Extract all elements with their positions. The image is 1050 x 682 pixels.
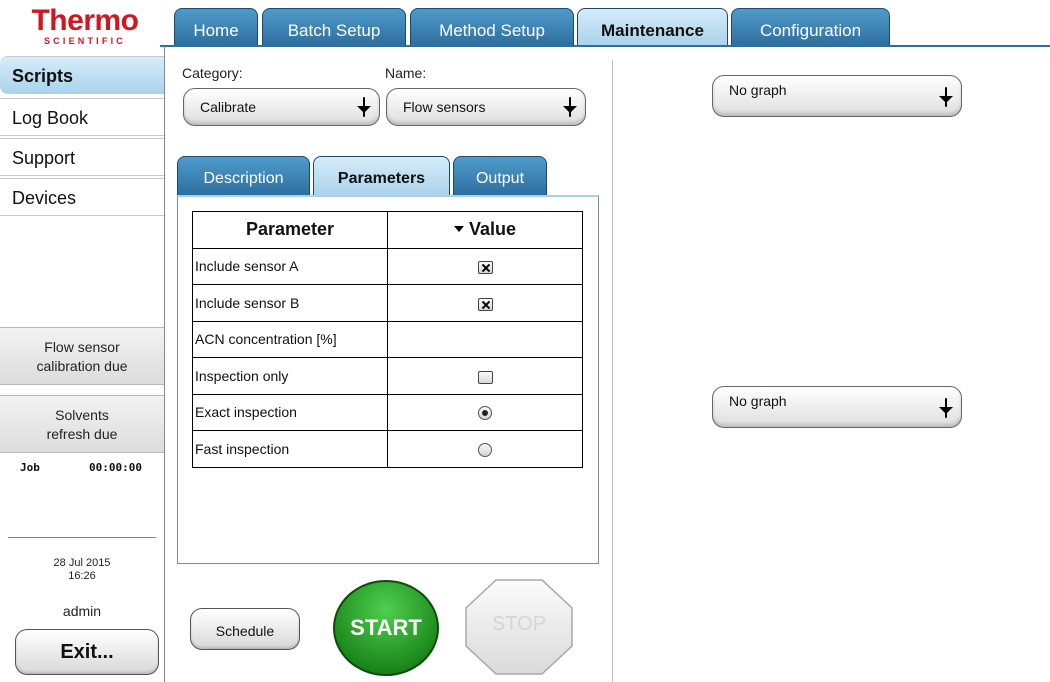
graph-selector-2[interactable]: No graph [712,386,962,428]
name-dropdown[interactable]: Flow sensors [386,88,586,126]
param-value-cell [387,430,583,468]
date-display: 28 Jul 2015 [53,557,111,569]
user-display: admin [62,603,102,619]
column-header-parameter-label: Parameter [245,219,335,240]
job-label: Job [20,461,40,474]
status-solvents-refresh[interactable]: Solvents refresh due [0,395,164,453]
stop-button[interactable]: STOP [464,578,574,676]
sidebar-item-devices[interactable]: Devices [0,178,164,216]
param-name: ACN concentration [%] [192,320,388,358]
time-display: 16:26 [68,570,96,582]
tab-description[interactable]: Description [177,156,310,196]
logo-main-text: Thermo [31,4,139,37]
start-button[interactable]: START [333,580,439,676]
sidebar-item-scripts-label: Scripts [12,66,74,86]
table-row: Fast inspection [192,430,583,468]
parameters-table: Parameter Value Include sensor A Include… [192,211,583,468]
status-flow-sensor-line1: Flow sensor [44,339,120,355]
tab-batch-setup-label: Batch Setup [287,21,381,40]
exit-button[interactable]: Exit... [15,629,159,675]
tab-maintenance-label: Maintenance [601,21,704,40]
tab-configuration-label: Configuration [759,21,862,40]
status-solvents-line1: Solvents [55,407,109,423]
sort-desc-icon [453,226,464,232]
table-row: Include sensor B [192,284,583,322]
tab-home[interactable]: Home [174,8,258,46]
chevron-down-icon [357,97,371,117]
sidebar-item-support-label: Support [12,148,76,168]
acn-concentration-input[interactable] [387,320,583,358]
tab-method-setup[interactable]: Method Setup [410,8,574,46]
graph-2-value: No graph [729,393,787,409]
sidebar-item-devices-label: Devices [12,188,77,208]
status-flow-sensor-line2: calibration due [36,358,128,374]
sidebar-item-log-book[interactable]: Log Book [0,98,164,136]
table-row: ACN concentration [%] [192,320,583,358]
stop-button-label: STOP [491,613,547,635]
tab-parameters[interactable]: Parameters [313,156,450,196]
name-value: Flow sensors [403,99,486,115]
param-value-cell [387,357,583,395]
graph-selector-1[interactable]: No graph [712,75,962,117]
param-name: Include sensor B [192,284,388,322]
tab-output-label: Output [475,170,525,187]
chevron-down-icon [939,398,953,418]
category-dropdown[interactable]: Calibrate [183,88,380,126]
table-row: Include sensor A [192,247,583,285]
param-name: Fast inspection [192,430,388,468]
tab-output[interactable]: Output [453,156,547,196]
param-name: Exact inspection [192,393,388,431]
tab-batch-setup[interactable]: Batch Setup [262,8,406,46]
table-row: Inspection only [192,357,583,395]
inspection-only-checkbox[interactable] [477,370,493,384]
schedule-button[interactable]: Schedule [190,608,300,650]
param-name: Inspection only [192,357,388,395]
sidebar-item-support[interactable]: Support [0,138,164,176]
column-header-value[interactable]: Value [387,211,583,249]
fast-inspection-radio[interactable] [478,442,492,457]
param-name: Include sensor A [192,247,388,285]
category-value: Calibrate [200,99,257,115]
param-value-cell [387,393,583,431]
thermo-scientific-logo: Thermo SCIENTIFIC [14,4,156,47]
status-flow-sensor-calibration[interactable]: Flow sensor calibration due [0,327,164,385]
exit-button-label: Exit... [60,641,114,663]
sidebar-separator [8,537,156,538]
name-label: Name: [385,65,427,81]
param-value-cell [387,284,583,322]
tab-maintenance[interactable]: Maintenance [577,8,728,46]
include-sensor-b-checkbox[interactable] [477,297,493,311]
column-header-value-label: Value [468,219,517,240]
param-value-cell [387,247,583,285]
exact-inspection-radio[interactable] [478,406,492,421]
status-solvents-line2: refresh due [46,426,118,442]
tab-configuration[interactable]: Configuration [731,8,890,46]
column-header-parameter[interactable]: Parameter [192,211,388,249]
table-row: Exact inspection [192,393,583,431]
logo-sub-text: SCIENTIFIC [43,36,126,46]
sidebar-item-scripts[interactable]: Scripts [0,56,164,94]
category-label: Category: [182,65,243,81]
tab-parameters-label: Parameters [337,170,426,187]
chevron-down-icon [939,87,953,107]
tab-description-label: Description [203,170,284,187]
table-header-row: Parameter Value [192,211,583,249]
tab-bar-underline [160,45,1050,47]
start-button-label: START [350,615,422,640]
tab-home-label: Home [193,21,239,40]
schedule-button-label: Schedule [215,623,275,639]
include-sensor-a-checkbox[interactable] [477,261,493,275]
sidebar-item-log-book-label: Log Book [12,108,89,128]
chevron-down-icon [563,97,577,117]
sidebar-divider [164,46,165,682]
right-panel-divider [612,60,613,682]
tab-method-setup-label: Method Setup [439,21,545,40]
job-time: 00:00:00 [89,461,142,474]
graph-1-value: No graph [729,82,787,98]
